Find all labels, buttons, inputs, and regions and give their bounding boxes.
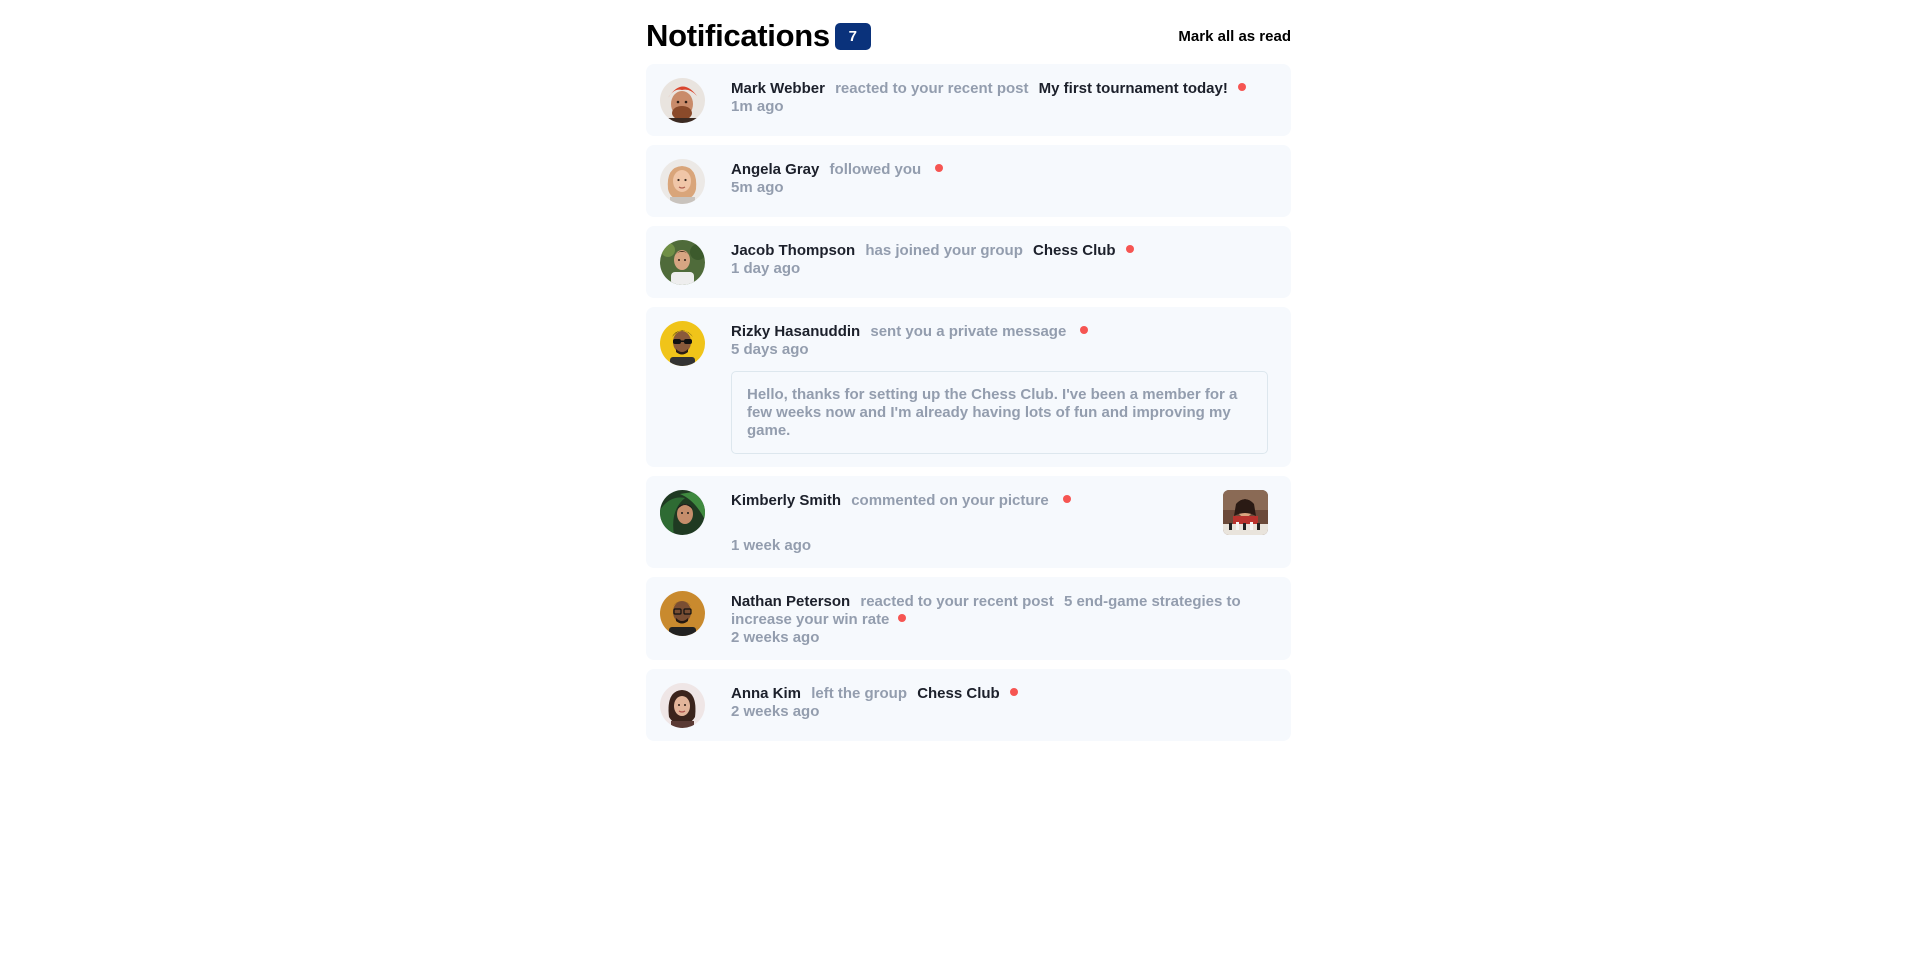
avatar-kimberly-smith[interactable] [660, 490, 705, 535]
sender-name[interactable]: Mark Webber [731, 80, 825, 97]
unread-dot-icon [1009, 688, 1018, 696]
sender-name[interactable]: Rizky Hasanuddin [731, 323, 860, 340]
unread-dot-icon [1062, 495, 1071, 503]
avatar-angela-gray[interactable] [660, 159, 705, 204]
sender-name[interactable]: Anna Kim [731, 685, 801, 702]
notifications-panel: Notifications 7 Mark all as read Mark We… [646, 18, 1291, 741]
sender-name[interactable]: Jacob Thompson [731, 242, 855, 259]
notification-time: 1 day ago [731, 260, 801, 277]
notification-time: 5 days ago [731, 341, 809, 358]
mark-all-as-read-button[interactable]: Mark all as read [1178, 28, 1291, 45]
notifications-header: Notifications 7 Mark all as read [646, 18, 1291, 54]
private-message-preview[interactable]: Hello, thanks for setting up the Chess C… [731, 371, 1268, 454]
notification-time: 5m ago [731, 179, 784, 196]
group-link[interactable]: Chess Club [1033, 242, 1116, 259]
unread-dot-icon [897, 614, 906, 622]
unread-dot-icon [1125, 245, 1134, 253]
group-link[interactable]: Chess Club [917, 685, 1000, 702]
unread-count-badge: 7 [834, 22, 871, 50]
unread-dot-icon [935, 164, 944, 172]
notification-item[interactable]: Mark Webber reacted to your recent post … [646, 64, 1291, 136]
sender-name[interactable]: Angela Gray [731, 161, 819, 178]
chess-picture-thumbnail[interactable] [1223, 490, 1268, 535]
notification-action: has joined your group [865, 242, 1023, 259]
avatar-mark-webber[interactable] [660, 78, 705, 123]
notification-item[interactable]: Kimberly Smith commented on your picture… [646, 476, 1291, 568]
post-link[interactable]: My first tournament today! [1039, 80, 1228, 97]
avatar-anna-kim[interactable] [660, 683, 705, 728]
notification-action: reacted to your recent post [860, 593, 1054, 610]
sender-name[interactable]: Kimberly Smith [731, 492, 841, 509]
notification-action: commented on your picture [851, 492, 1049, 509]
avatar-jacob-thompson[interactable] [660, 240, 705, 285]
notification-item[interactable]: Anna Kim left the group Chess Club 2 wee… [646, 669, 1291, 741]
notification-action: reacted to your recent post [835, 80, 1029, 97]
avatar-rizky-hasanuddin[interactable] [660, 321, 705, 366]
notification-item[interactable]: Jacob Thompson has joined your group Che… [646, 226, 1291, 298]
unread-dot-icon [1238, 83, 1247, 91]
notification-item[interactable]: Angela Gray followed you 5m ago [646, 145, 1291, 217]
avatar-nathan-peterson[interactable] [660, 591, 705, 636]
notification-action: left the group [811, 685, 908, 702]
notification-time: 1m ago [731, 98, 784, 115]
page-title: Notifications [646, 18, 830, 53]
notification-time: 1 week ago [731, 537, 812, 554]
notification-list: Mark Webber reacted to your recent post … [646, 64, 1291, 741]
header-title-group: Notifications 7 [646, 18, 871, 54]
unread-dot-icon [1080, 326, 1089, 334]
sender-name[interactable]: Nathan Peterson [731, 593, 850, 610]
notification-action: followed you [829, 161, 922, 178]
notification-time: 2 weeks ago [731, 703, 820, 720]
notification-item[interactable]: Rizky Hasanuddin sent you a private mess… [646, 307, 1291, 467]
notification-action: sent you a private message [870, 323, 1067, 340]
notification-time: 2 weeks ago [731, 629, 820, 646]
notification-item[interactable]: Nathan Peterson reacted to your recent p… [646, 577, 1291, 660]
